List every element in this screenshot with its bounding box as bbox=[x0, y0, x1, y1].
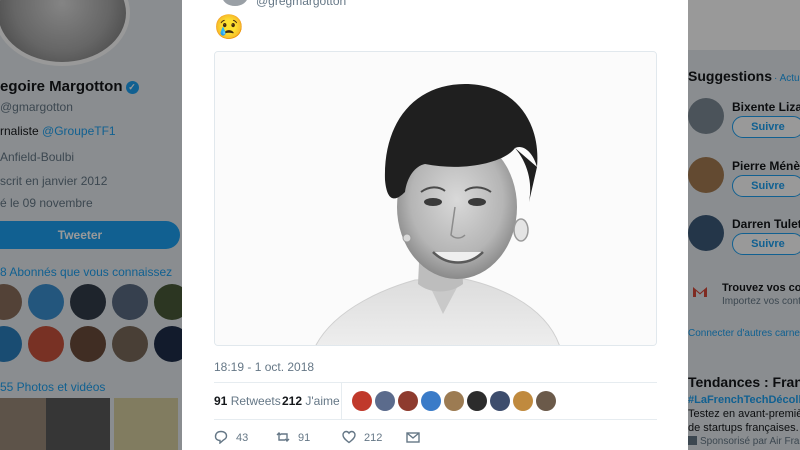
promoted-text: Sponsorisé par Air Franc bbox=[700, 436, 800, 447]
liker-avatar[interactable] bbox=[352, 391, 372, 411]
trend-hashtag[interactable]: #LaFrenchTechDécolle bbox=[688, 394, 800, 406]
profile-joined-date: scrit en janvier 2012 bbox=[0, 174, 108, 188]
retweet-button[interactable]: 91 bbox=[276, 430, 310, 444]
trend-description-line: Testez en avant-premiè bbox=[688, 408, 800, 420]
tweet-photo[interactable] bbox=[214, 51, 657, 346]
suggestion-name[interactable]: Darren Tulett bbox=[732, 217, 800, 231]
suggestion-item: Bixente Lizara Suivre bbox=[688, 98, 800, 148]
trends-title: Tendances : Franc bbox=[688, 374, 800, 390]
follower-avatar[interactable] bbox=[0, 284, 22, 320]
liker-avatar[interactable] bbox=[444, 391, 464, 411]
suggestion-name[interactable]: Pierre Ménès bbox=[732, 159, 800, 173]
suggestion-avatar[interactable] bbox=[688, 157, 724, 193]
liker-avatar[interactable] bbox=[467, 391, 487, 411]
profile-name-text: egoire Margotton bbox=[0, 78, 123, 95]
follower-avatar[interactable] bbox=[70, 326, 106, 362]
liker-avatar[interactable] bbox=[536, 391, 556, 411]
profile-name: egoire Margotton ✓ bbox=[0, 78, 139, 95]
find-contacts[interactable]: Trouvez vos co Importez vos contac bbox=[688, 280, 800, 320]
contacts-title: Trouvez vos co bbox=[722, 282, 800, 294]
likes-count: 212 bbox=[282, 394, 303, 408]
promoted-label: Sponsorisé par Air Franc bbox=[688, 436, 800, 447]
follower-avatar[interactable] bbox=[28, 284, 64, 320]
photo-thumbnail[interactable] bbox=[46, 398, 110, 450]
reply-button[interactable]: 43 bbox=[214, 430, 248, 444]
retweet-count: 91 bbox=[298, 432, 311, 444]
follower-avatar[interactable] bbox=[112, 284, 148, 320]
reply-count: 43 bbox=[236, 432, 249, 444]
suggestion-name[interactable]: Bixente Lizara bbox=[732, 100, 800, 114]
liker-avatar[interactable] bbox=[490, 391, 510, 411]
connect-address-books-link[interactable]: Connecter d'autres carnets bbox=[688, 328, 800, 339]
retweet-icon bbox=[276, 432, 290, 442]
tweet-actions: 43 91 212 bbox=[214, 428, 657, 450]
like-button[interactable]: 212 bbox=[342, 430, 382, 444]
stats-separator bbox=[341, 383, 342, 419]
follower-avatar[interactable] bbox=[112, 326, 148, 362]
envelope-icon bbox=[406, 432, 420, 443]
suggestion-avatar[interactable] bbox=[688, 98, 724, 134]
profile-sidebar: egoire Margotton ✓ @gmargotton rnaliste @… bbox=[0, 0, 190, 450]
suggestion-item: Pierre Ménès Suivre bbox=[688, 157, 800, 207]
retweets-label: Retweets bbox=[230, 394, 281, 408]
suggestions-title-text: Suggestions bbox=[688, 68, 773, 84]
follower-avatar[interactable] bbox=[70, 284, 106, 320]
suggestions-title: Suggestions· Actual bbox=[688, 68, 800, 84]
profile-bio: rnaliste @GroupeTF1 bbox=[0, 124, 116, 138]
promoted-icon bbox=[688, 436, 697, 445]
verified-icon: ✓ bbox=[125, 81, 139, 94]
heart-icon bbox=[342, 430, 356, 444]
follower-avatar[interactable] bbox=[0, 326, 22, 362]
follower-avatar[interactable] bbox=[28, 326, 64, 362]
likes-stat[interactable]: 212 J'aime bbox=[282, 394, 340, 408]
profile-handle: @gmargotton bbox=[0, 100, 73, 114]
direct-message-button[interactable] bbox=[406, 430, 428, 444]
tweet-timestamp[interactable]: 18:19 - 1 oct. 2018 bbox=[214, 360, 314, 374]
tweet-text-emoji: 😢 bbox=[214, 14, 244, 41]
photos-videos-link[interactable]: 55 Photos et vidéos bbox=[0, 380, 105, 394]
profile-location: Anfield-Boulbi bbox=[0, 150, 75, 164]
contacts-subtitle: Importez vos contac bbox=[722, 296, 800, 307]
follow-button[interactable]: Suivre bbox=[732, 116, 800, 138]
portrait-photo bbox=[215, 52, 656, 345]
trend-description-line: de startups françaises. bbox=[688, 422, 799, 434]
follow-button[interactable]: Suivre bbox=[732, 175, 800, 197]
retweets-stat[interactable]: 91 Retweets bbox=[214, 394, 281, 408]
tweet-author-avatar[interactable] bbox=[222, 0, 248, 6]
right-sidebar: Suggestions· Actual Bixente Lizara Suivr… bbox=[688, 0, 800, 450]
bio-text: rnaliste bbox=[0, 124, 39, 138]
divider bbox=[214, 419, 657, 420]
tweet-author-handle[interactable]: @gregmargotton bbox=[256, 0, 346, 8]
photo-thumbnail[interactable] bbox=[114, 398, 178, 450]
likes-label: J'aime bbox=[305, 394, 340, 408]
tweet-button[interactable]: Tweeter bbox=[0, 221, 180, 249]
gmail-icon bbox=[693, 287, 707, 297]
profile-birthday: é le 09 novembre bbox=[0, 196, 93, 210]
tweet-stats: 91 Retweets 212 J'aime bbox=[214, 383, 657, 419]
follow-button[interactable]: Suivre bbox=[732, 233, 800, 255]
suggestion-avatar[interactable] bbox=[688, 215, 724, 251]
liker-avatar[interactable] bbox=[421, 391, 441, 411]
retweets-count: 91 bbox=[214, 394, 228, 408]
suggestions-refresh-link[interactable]: · Actual bbox=[774, 73, 800, 84]
liker-avatar[interactable] bbox=[513, 391, 533, 411]
reply-icon bbox=[214, 430, 228, 444]
liker-avatar[interactable] bbox=[375, 391, 395, 411]
tweet-modal: @gregmargotton 😢 18:19 - 1 oct. 2018 91 … bbox=[182, 0, 688, 450]
liker-avatar[interactable] bbox=[398, 391, 418, 411]
followers-you-know-link[interactable]: 8 Abonnés que vous connaissez bbox=[0, 265, 172, 279]
profile-avatar[interactable] bbox=[0, 0, 130, 66]
like-count: 212 bbox=[364, 432, 383, 444]
suggestion-item: Darren Tulett Suivre bbox=[688, 215, 800, 265]
bio-link[interactable]: @GroupeTF1 bbox=[42, 124, 116, 138]
